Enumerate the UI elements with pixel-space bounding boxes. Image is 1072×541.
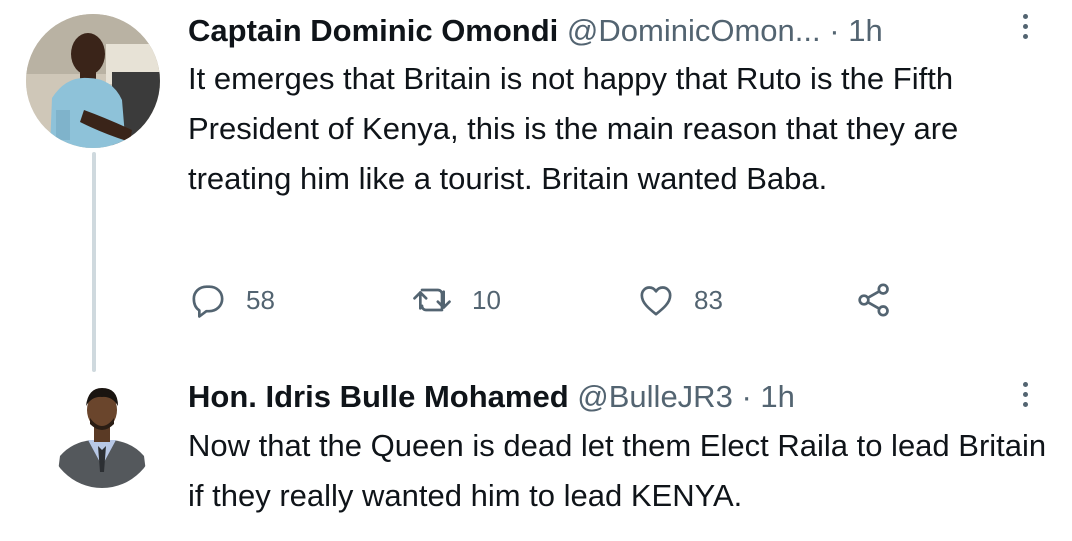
tweet-header: Hon. Idris Bulle Mohamed @BulleJR3 · 1h — [188, 379, 795, 415]
user-handle[interactable]: @BulleJR3 — [577, 379, 733, 414]
share-nodes-icon — [852, 280, 896, 320]
more-options-icon[interactable] — [1020, 14, 1030, 44]
thread-line — [92, 152, 96, 372]
reply-button[interactable]: 58 — [188, 278, 275, 322]
tweet-2[interactable]: Hon. Idris Bulle Mohamed @BulleJR3 · 1h … — [0, 372, 1072, 541]
display-name[interactable]: Hon. Idris Bulle Mohamed — [188, 379, 569, 414]
tweet-actions: 58 10 83 — [188, 278, 908, 322]
timestamp[interactable]: 1h — [848, 13, 882, 48]
retweet-button[interactable]: 10 — [410, 278, 501, 322]
avatar-photo — [48, 380, 156, 488]
tweet-text: It emerges that Britain is not happy tha… — [188, 61, 959, 196]
tweet-text: Now that the Queen is dead let them Elec… — [188, 428, 1047, 513]
heart-icon — [636, 280, 676, 320]
retweet-count: 10 — [472, 284, 501, 315]
avatar-photo — [26, 14, 160, 148]
avatar[interactable] — [26, 14, 160, 148]
timestamp[interactable]: 1h — [760, 379, 794, 414]
tweet-1[interactable]: Captain Dominic Omondi @DominicOmon... ·… — [0, 0, 1072, 372]
avatar[interactable] — [48, 380, 156, 488]
tweet-header: Captain Dominic Omondi @DominicOmon... ·… — [188, 13, 883, 49]
separator-dot: · — [829, 13, 840, 48]
user-handle[interactable]: @DominicOmon... — [567, 13, 821, 48]
like-count: 83 — [694, 284, 723, 315]
like-button[interactable]: 83 — [636, 278, 723, 322]
reply-count: 58 — [246, 284, 275, 315]
retweet-arrows-icon — [410, 280, 454, 320]
share-button[interactable] — [852, 278, 896, 322]
more-options-icon[interactable] — [1020, 382, 1030, 412]
separator-dot: · — [741, 379, 752, 414]
speech-bubble-icon — [188, 280, 228, 320]
display-name[interactable]: Captain Dominic Omondi — [188, 13, 558, 48]
